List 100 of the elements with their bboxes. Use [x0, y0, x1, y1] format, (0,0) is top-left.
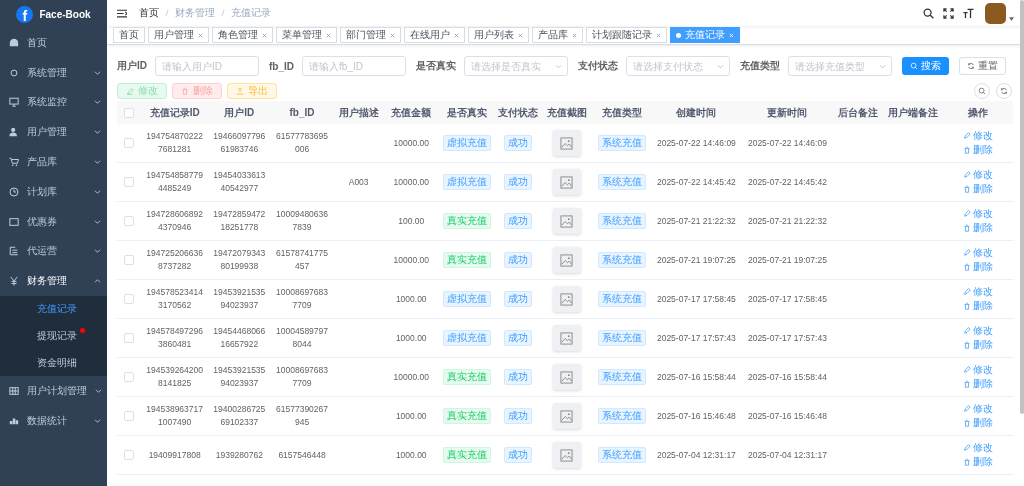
row-checkbox[interactable] [124, 294, 135, 305]
row-checkbox[interactable] [124, 333, 135, 344]
tab[interactable]: 菜单管理 [276, 27, 337, 43]
edit-link[interactable]: 修改 [962, 440, 993, 454]
delete-link[interactable]: 删除 [962, 416, 993, 429]
font-size-icon[interactable] [963, 7, 974, 19]
edit-link[interactable]: 修改 [962, 401, 993, 415]
image-placeholder[interactable] [552, 208, 581, 234]
user-icon [9, 127, 19, 138]
sidebar-item[interactable]: 系统监控 [0, 87, 107, 118]
close-icon[interactable] [326, 32, 331, 38]
tab[interactable]: 计划跟随记录 [586, 27, 667, 43]
search-icon[interactable] [923, 7, 934, 19]
close-icon[interactable] [262, 32, 267, 38]
scrollbar[interactable] [1020, 0, 1024, 414]
image-placeholder[interactable] [552, 403, 581, 429]
delete-link[interactable]: 删除 [962, 182, 993, 195]
sidebar-item[interactable]: 首页 [0, 28, 107, 58]
menu-icon[interactable] [117, 8, 127, 18]
tab[interactable]: 在线用户 [404, 27, 465, 43]
delete-link[interactable]: 删除 [962, 143, 993, 156]
sidebar-item[interactable]: 优惠券 [0, 206, 107, 237]
table-cell: 1000.00 [395, 332, 427, 343]
image-placeholder[interactable] [552, 325, 581, 351]
close-icon[interactable] [572, 32, 577, 38]
row-checkbox[interactable] [124, 450, 135, 461]
delete-link[interactable]: 删除 [962, 338, 993, 351]
sidebar-subitem[interactable]: 提现记录 [0, 322, 77, 350]
upload-icon [236, 87, 244, 95]
sidebar-item[interactable]: 计划库 [0, 177, 107, 207]
status-tag: 成功 [504, 408, 533, 424]
image-placeholder[interactable] [552, 130, 581, 156]
row-checkbox[interactable] [124, 411, 135, 422]
sidebar-item[interactable]: 用户管理 [0, 117, 107, 148]
close-icon[interactable] [390, 32, 395, 38]
trash-icon [181, 87, 189, 95]
table-cell: 1947207934380199938 [213, 248, 266, 271]
row-checkbox[interactable] [124, 177, 135, 188]
delete-link[interactable]: 删除 [962, 260, 993, 273]
image-placeholder[interactable] [552, 169, 581, 195]
image-placeholder[interactable] [552, 247, 581, 273]
grid-icon [9, 385, 19, 396]
column-header: fb_ID [289, 107, 315, 118]
close-icon[interactable] [518, 32, 523, 38]
search-toggle-button[interactable] [974, 83, 990, 99]
image-placeholder[interactable] [552, 286, 581, 312]
close-icon[interactable] [454, 32, 459, 38]
edit-link[interactable]: 修改 [962, 245, 993, 259]
tab[interactable]: 产品库 [532, 27, 583, 43]
row-checkbox[interactable] [124, 372, 135, 383]
avatar-photo-placeholder[interactable] [985, 2, 1006, 24]
delete-link[interactable]: 删除 [962, 455, 993, 468]
status-tag: 系统充值 [597, 213, 646, 229]
reset-button[interactable]: 重置 [959, 57, 1006, 75]
close-icon[interactable] [656, 32, 661, 38]
chevron-icon [94, 159, 101, 166]
table-cell: 1945392153594023937 [213, 287, 266, 310]
tab[interactable]: 部门管理 [340, 27, 401, 43]
image-placeholder[interactable] [552, 442, 581, 468]
sidebar-subitem[interactable]: 充值记录 [0, 296, 77, 323]
pencil-icon [962, 131, 971, 139]
caret-icon[interactable] [1009, 17, 1014, 21]
delete-link[interactable]: 删除 [962, 377, 993, 390]
row-checkbox[interactable] [124, 138, 135, 149]
tab[interactable]: 角色管理 [212, 27, 273, 43]
sidebar-item[interactable]: 用户计划管理 [0, 375, 107, 406]
close-icon[interactable] [198, 32, 203, 38]
edit-link[interactable]: 修改 [962, 323, 993, 337]
status-tag: 系统充值 [597, 408, 646, 424]
delete-link[interactable]: 删除 [962, 221, 993, 234]
sidebar-item[interactable]: 代运营 [0, 236, 107, 267]
sidebar-item[interactable]: 财务管理 [0, 266, 107, 297]
tab[interactable]: 充值记录 [670, 27, 740, 43]
edit-link[interactable]: 修改 [962, 167, 993, 181]
tab[interactable]: 用户管理 [148, 27, 209, 43]
edit-link[interactable]: 修改 [962, 128, 993, 142]
column-header: 用户端备注 [887, 106, 938, 118]
row-checkbox[interactable] [124, 255, 135, 266]
edit-link[interactable]: 修改 [962, 284, 993, 298]
status-tag: 成功 [504, 174, 533, 190]
select-all-checkbox[interactable] [124, 108, 135, 119]
table-cell: A003 [348, 176, 369, 187]
edit-link[interactable]: 修改 [962, 362, 993, 376]
table-cell: 1945392153594023937 [213, 365, 266, 388]
row-checkbox[interactable] [124, 216, 135, 227]
table-cell: 2025-07-21 19:07:25 [656, 254, 736, 265]
edit-link[interactable]: 修改 [962, 206, 993, 220]
fullscreen-icon[interactable] [943, 7, 954, 19]
tab[interactable]: 用户列表 [468, 27, 529, 43]
sidebar-item[interactable]: 产品库 [0, 147, 107, 177]
sidebar-item[interactable]: 数据统计 [0, 405, 107, 436]
breadcrumb-item[interactable]: 首页 [139, 6, 159, 20]
image-placeholder[interactable] [552, 364, 581, 390]
delete-link[interactable]: 删除 [962, 299, 993, 312]
sidebar-subitem[interactable]: 资金明细 [0, 349, 77, 376]
tab[interactable]: 首页 [113, 27, 145, 43]
status-tag: 真实充值 [442, 369, 491, 385]
sidebar-item[interactable]: 系统管理 [0, 57, 107, 88]
refresh-button[interactable] [996, 83, 1012, 99]
search-button[interactable]: 搜索 [902, 57, 949, 75]
